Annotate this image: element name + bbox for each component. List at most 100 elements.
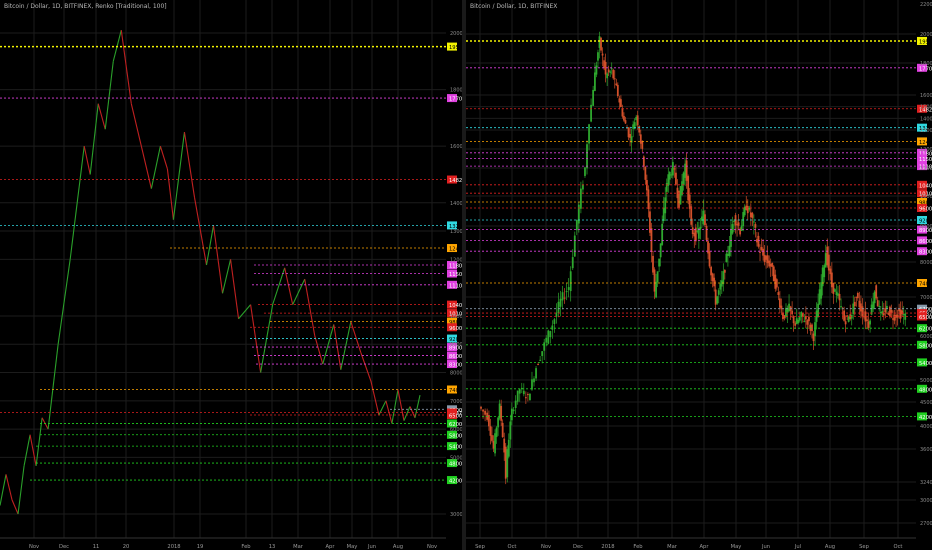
y-tick-label: 22000.0 <box>920 2 932 8</box>
x-tick-label: May <box>731 544 742 550</box>
candle-body <box>524 397 527 399</box>
y-tick-label: 9000.0 <box>920 224 932 230</box>
renko-segment <box>29 434 37 467</box>
renko-segment <box>238 304 252 320</box>
y-tick-label: 2700.0 <box>920 521 932 527</box>
candle-body <box>480 406 482 409</box>
candle-body <box>616 84 619 97</box>
left-chart-title: Bitcoin / Dollar, 1D, BITFINEX, Renko [T… <box>4 3 167 10</box>
level-label: 11800.0 <box>449 264 462 270</box>
candle-body <box>722 271 725 285</box>
left-chart-pane[interactable]: 19520.017700.014821.313200.012400.011800… <box>0 0 462 550</box>
renko-segment <box>159 146 168 169</box>
x-tick-label: Apr <box>700 544 710 550</box>
candle-body <box>621 108 624 117</box>
level-label: 5800.0 <box>449 433 462 439</box>
candle-body <box>636 115 639 126</box>
y-tick-label: 3240.0 <box>920 480 932 486</box>
level-label: 10400.0 <box>919 183 932 189</box>
candle-body <box>522 390 525 395</box>
renko-segment <box>89 103 99 175</box>
candle-body <box>484 410 486 415</box>
level-label: 4800.0 <box>919 387 932 393</box>
candle-body <box>792 316 795 324</box>
renko-segment <box>35 417 43 466</box>
y-tick-label: 4000.0 <box>920 424 932 430</box>
candle-body <box>537 364 539 366</box>
renko-segment <box>0 474 7 506</box>
candle-body <box>594 72 596 91</box>
candle-body <box>551 325 554 330</box>
candle-body <box>876 300 879 307</box>
candle-body <box>644 167 647 180</box>
candle-body <box>507 439 510 457</box>
y-tick-label: 15000.0 <box>920 105 932 111</box>
x-tick-label: 20 <box>123 544 130 550</box>
candle-body <box>885 305 888 309</box>
level-label: 19520.0 <box>919 39 932 45</box>
candle-body <box>613 78 616 80</box>
candle-body <box>675 172 677 185</box>
candle-body <box>811 324 813 332</box>
y-tick-label: 20000.0 <box>920 32 932 38</box>
candle-body <box>624 120 627 124</box>
candle-body <box>489 426 492 436</box>
candle-body <box>518 389 521 394</box>
candle-body <box>543 342 546 351</box>
candle-body <box>884 307 887 313</box>
level-label: 7400.0 <box>919 282 932 288</box>
y-tick-label: 12000.0 <box>920 147 932 153</box>
candle-body <box>559 298 562 307</box>
candle-body <box>673 168 676 170</box>
candle-body <box>600 37 602 51</box>
renko-chart[interactable]: 19520.017700.014821.313200.012400.011800… <box>0 0 462 550</box>
candle-body <box>577 204 580 224</box>
level-label: 9600.0 <box>919 207 932 213</box>
x-tick-label: Aug <box>393 544 403 550</box>
candle-body <box>647 189 650 210</box>
candle-body <box>588 124 590 144</box>
level-label: 9600.0 <box>449 326 462 332</box>
candle-body <box>762 248 764 256</box>
y-tick-label: 18000.0 <box>920 61 932 67</box>
level-label: 4200.0 <box>449 479 462 485</box>
candle-body <box>565 291 568 293</box>
x-tick-label: Sep <box>859 544 869 550</box>
candle-body <box>844 321 847 325</box>
candle-body <box>740 225 743 231</box>
renko-segment <box>340 321 352 370</box>
candle-body <box>843 310 845 321</box>
renko-segment <box>403 406 411 421</box>
right-chart-pane[interactable]: 19520.017700.014821.313200.012400.011800… <box>466 0 932 550</box>
y-tick-label: 14000.0 <box>450 201 462 207</box>
candle-body <box>579 188 582 209</box>
candle-body <box>757 235 760 247</box>
level-label: 17700.0 <box>919 66 932 72</box>
y-tick-label: 12000.0 <box>450 257 462 263</box>
candle-body <box>590 104 592 122</box>
candle-body <box>638 126 641 133</box>
candle-body <box>571 257 574 269</box>
x-tick-label: Mar <box>293 544 304 550</box>
right-chart-title: Bitcoin / Dollar, 1D, BITFINEX <box>470 3 558 10</box>
renko-segment <box>140 146 152 189</box>
y-tick-label: 3000.0 <box>450 512 462 518</box>
candle-body <box>752 221 755 223</box>
candle-body <box>856 292 859 299</box>
level-label: 11500.0 <box>449 272 462 278</box>
candle-body <box>875 285 878 299</box>
x-tick-label: Dec <box>573 544 583 550</box>
candle-body <box>547 330 550 344</box>
candle-body <box>661 223 664 245</box>
candle-body <box>808 316 810 322</box>
level-label: 12400.0 <box>919 140 932 146</box>
candle-body <box>592 89 595 106</box>
renko-segment <box>292 278 306 305</box>
candle-body <box>777 292 780 295</box>
renko-segment <box>5 474 13 500</box>
candle-body <box>861 306 864 317</box>
candlestick-chart[interactable]: 19520.017700.014821.313200.012400.011800… <box>466 0 932 550</box>
level-label: 4800.0 <box>449 462 462 468</box>
y-tick-label: 7000.0 <box>450 399 462 405</box>
candle-body <box>832 282 835 294</box>
